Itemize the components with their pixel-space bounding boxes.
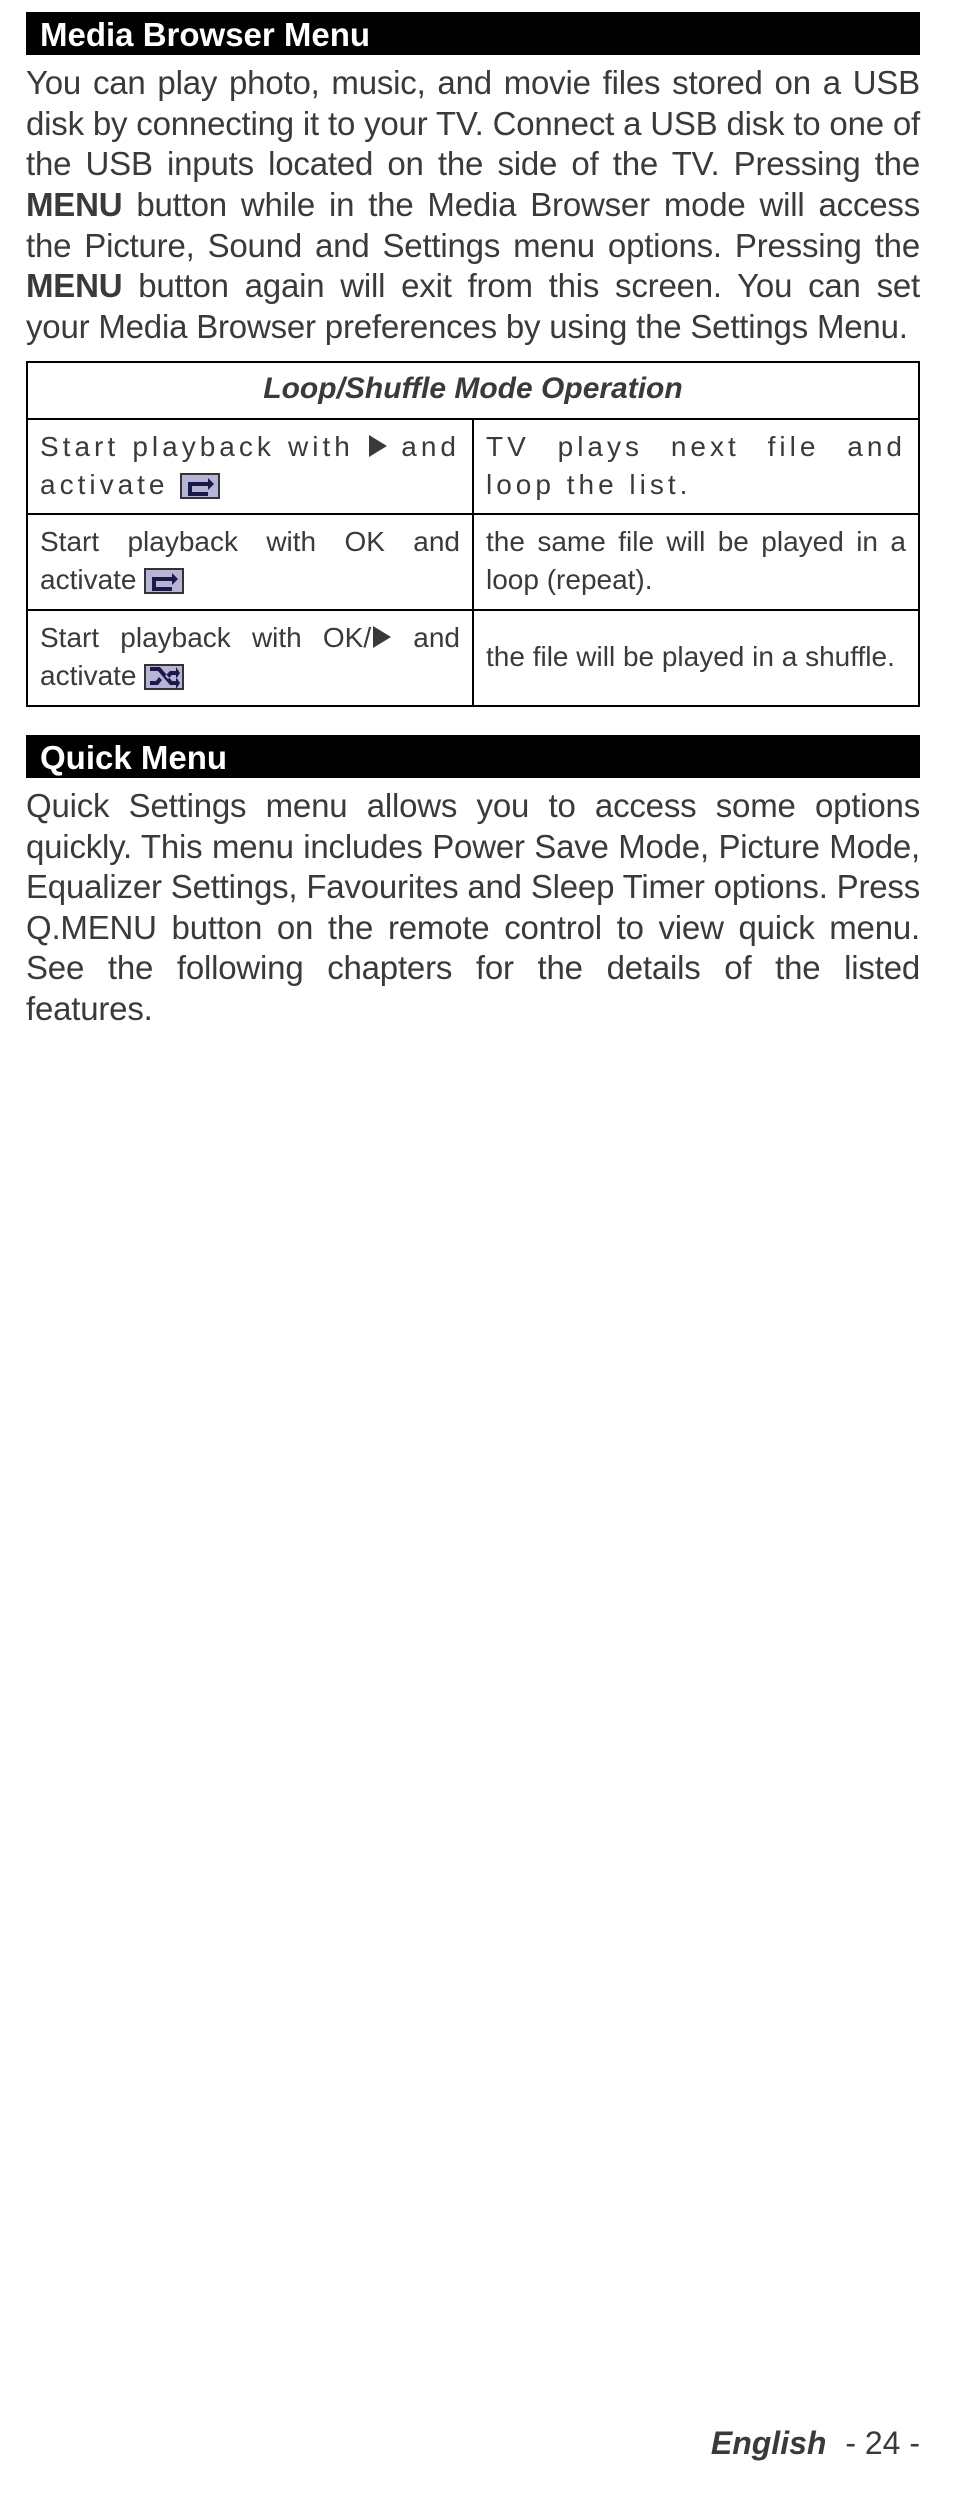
footer-page-number: - 24 - xyxy=(845,2425,920,2461)
shuffle-icon xyxy=(144,664,184,690)
play-icon xyxy=(373,626,391,648)
row2-right-cell: the same file will be played in a loop (… xyxy=(473,514,919,610)
cell-text: Start playback with OK/ xyxy=(40,622,371,653)
loop-shuffle-table: Loop/Shuffle Mode Operation Start playba… xyxy=(26,361,920,706)
play-icon xyxy=(369,435,387,457)
strong-menu-1: MENU xyxy=(26,186,122,223)
footer-language: English xyxy=(711,2425,827,2461)
row3-right-cell: the file will be played in a shuffle. xyxy=(473,610,919,706)
row1-right-cell: TV plays next file and loop the list. xyxy=(473,419,919,515)
quick-menu-body: Quick Settings menu allows you to access… xyxy=(26,786,920,1029)
quick-menu-heading: Quick Menu xyxy=(26,735,920,778)
body-text-span: button again will exit from this screen.… xyxy=(26,267,920,345)
cell-text: Start playback with OK and activate xyxy=(40,526,460,595)
cell-text: Start playback with xyxy=(40,431,367,462)
media-browser-heading: Media Browser Menu xyxy=(26,12,920,55)
row1-left-cell: Start playback with and activate xyxy=(27,419,473,515)
table-row: Start playback with and activate TV play… xyxy=(27,419,919,515)
row3-left-cell: Start playback with OK/ and activate xyxy=(27,610,473,706)
loop-repeat-icon xyxy=(144,568,184,594)
body-text-span: button while in the Media Browser mode w… xyxy=(26,186,920,264)
row2-left-cell: Start playback with OK and activate xyxy=(27,514,473,610)
loop-list-icon xyxy=(180,473,220,499)
table-row: Start playback with OK and activate the … xyxy=(27,514,919,610)
strong-menu-2: MENU xyxy=(26,267,122,304)
table-title: Loop/Shuffle Mode Operation xyxy=(27,362,919,419)
media-browser-body: You can play photo, music, and movie fil… xyxy=(26,63,920,347)
table-row: Start playback with OK/ and activate the… xyxy=(27,610,919,706)
page-footer: English - 24 - xyxy=(711,2425,920,2462)
body-text-span: You can play photo, music, and movie fil… xyxy=(26,64,920,182)
